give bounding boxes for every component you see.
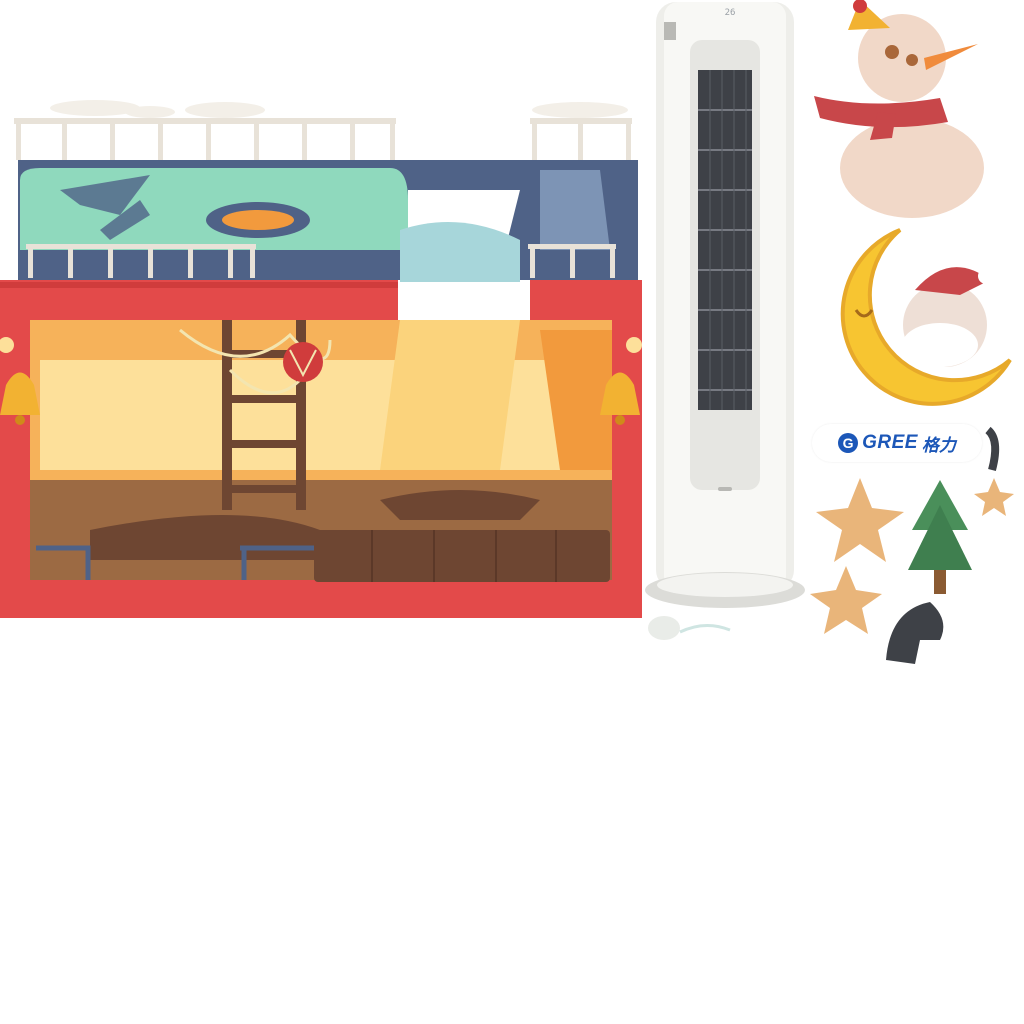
pool-water: [20, 168, 408, 250]
star-icon: [810, 566, 882, 634]
tower-air-conditioner: [645, 2, 805, 608]
ac-display-reading: 26: [724, 8, 736, 18]
brand-cn-name: 格力: [921, 435, 956, 456]
ornament-icon: [283, 342, 323, 382]
house-scene: [0, 100, 642, 618]
star-icon: [974, 478, 1014, 516]
brand-badge: G GREE 格力: [812, 424, 982, 462]
scene-canvas: [0, 0, 1014, 664]
air-outlet-grille: [698, 70, 752, 410]
house-base: [0, 580, 642, 618]
brand-name: GREE: [862, 432, 918, 453]
brand-logo-icon: G: [838, 433, 859, 453]
snowman-icon: [814, 0, 984, 218]
tree-icon: [908, 480, 972, 594]
santa-icon: [902, 267, 994, 367]
star-icon: [816, 478, 904, 562]
cloud-wisp: [648, 616, 731, 640]
sofa: [314, 530, 610, 582]
roof-railing: [14, 100, 632, 160]
